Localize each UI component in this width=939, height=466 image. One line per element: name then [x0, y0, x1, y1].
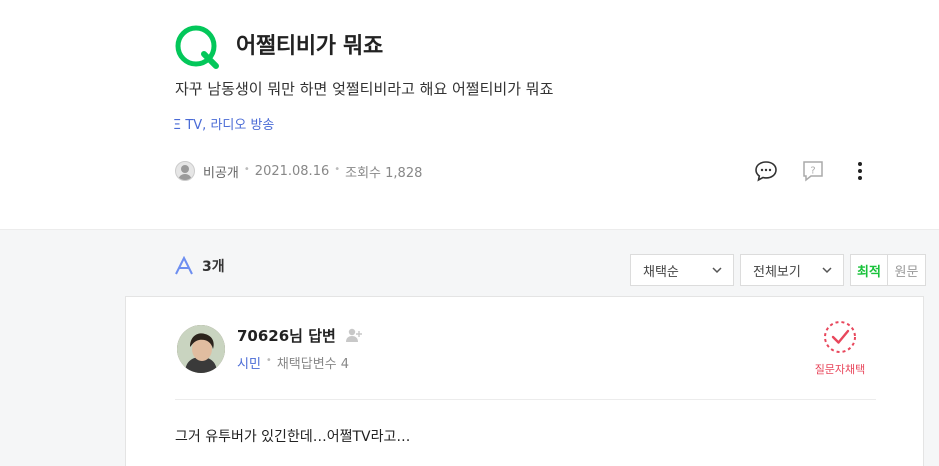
answerer-name: 70626님 답변 [237, 327, 336, 345]
question-meta: 비공개 • 2021.08.16 • 조회수 1,828 [175, 160, 422, 182]
answerer-avatar[interactable] [177, 325, 225, 373]
anonymous-avatar [175, 161, 195, 181]
answer-count-row: 3개 [174, 256, 225, 276]
answer-card: 70626님 답변 시민 • 채택답변수 4 질문자채택 그거 유투버가 있긴한… [125, 296, 924, 466]
category-link[interactable]: Ξ TV, 라디오 방송 [173, 114, 274, 133]
answerer-info: 시민 • 채택답변수 4 [237, 353, 349, 372]
svg-text:?: ? [810, 166, 815, 177]
answer-a-icon [175, 256, 193, 275]
separator-dot: • [334, 163, 341, 175]
question-box-icon: ? [803, 161, 823, 182]
check-stamp-icon [824, 321, 856, 353]
adopted-answer-count: 채택답변수 4 [276, 357, 350, 372]
filter-dropdown-label: 전체보기 [753, 264, 801, 280]
answers-section: 3개 채택순 전체보기 최적 원문 70626님 답변 시민 • 채택답변수 4… [0, 229, 939, 466]
toggle-original[interactable]: 원문 [888, 255, 925, 285]
filter-dropdown[interactable]: 전체보기 [740, 254, 844, 286]
more-vertical-icon [858, 162, 862, 180]
comment-icon [755, 161, 777, 182]
answerer-rank[interactable]: 시민 [237, 353, 261, 372]
question-section: 어쩔티비가 뭐죠 자꾸 남동생이 뭐만 하면 엊쩔티비라고 해요 어쩔티비가 뭐… [0, 0, 939, 229]
more-options-button[interactable] [847, 158, 873, 184]
answer-text: 그거 유투버가 있긴한데…어쩔TV라고… [175, 429, 411, 445]
separator-dot: • [243, 163, 250, 175]
question-body: 자꾸 남동생이 뭐만 하면 엊쩔티비라고 해요 어쩔티비가 뭐죠 [175, 80, 554, 98]
choose-answer-button[interactable]: 질문자채택 [810, 319, 870, 377]
separator-dot: • [265, 355, 272, 366]
divider [175, 399, 876, 400]
ask-question-button[interactable]: ? [800, 158, 826, 184]
author-name: 비공개 [203, 165, 239, 181]
comment-button[interactable] [753, 158, 779, 184]
sort-dropdown-label: 채택순 [643, 264, 679, 280]
answer-count: 3개 [202, 259, 225, 275]
toggle-best[interactable]: 최적 [851, 255, 888, 285]
profile-photo [177, 325, 225, 373]
question-title: 어쩔티비가 뭐죠 [236, 34, 383, 59]
add-friend-icon[interactable] [345, 327, 363, 343]
chevron-down-icon [712, 267, 722, 274]
view-toggle: 최적 원문 [850, 254, 926, 286]
q-logo-icon [175, 25, 219, 69]
sort-dropdown[interactable]: 채택순 [630, 254, 734, 286]
chevron-down-icon [822, 267, 832, 274]
question-date: 2021.08.16 [254, 163, 330, 179]
choose-answer-label: 질문자채택 [814, 363, 866, 376]
view-count: 조회수 1,828 [345, 165, 423, 181]
